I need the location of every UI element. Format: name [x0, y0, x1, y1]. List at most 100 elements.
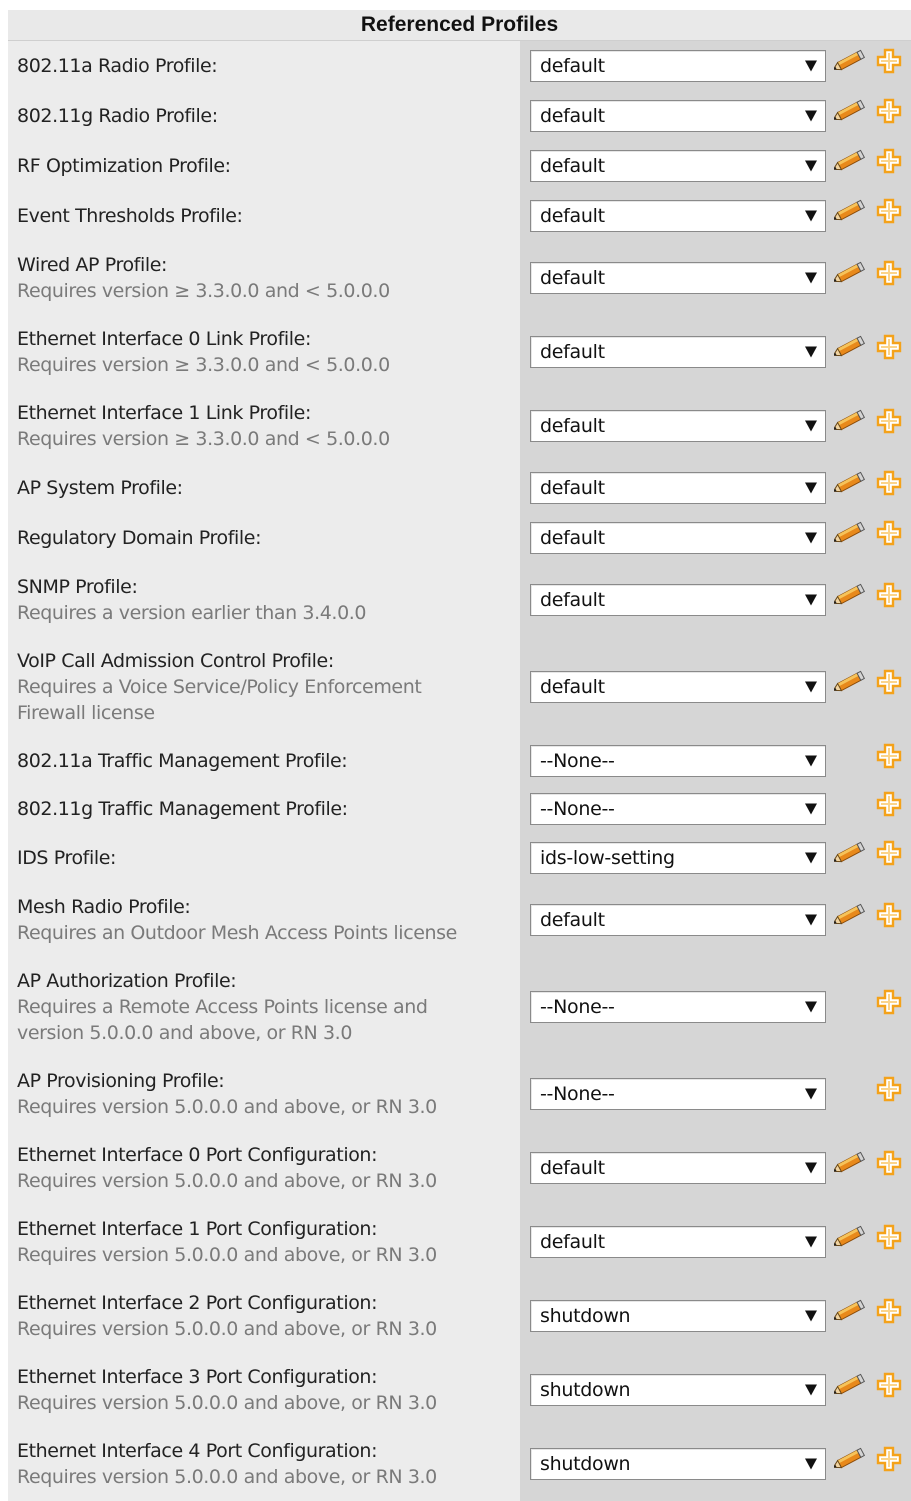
plus-icon[interactable] — [876, 260, 902, 290]
row-actions — [832, 987, 906, 1027]
profile-select[interactable]: default — [530, 100, 826, 132]
profile-select[interactable]: default — [530, 472, 826, 504]
row-actions — [832, 667, 906, 707]
profile-select[interactable]: --None-- — [530, 991, 826, 1023]
dropdown-arrow-icon[interactable] — [805, 1458, 817, 1470]
pencil-icon[interactable] — [832, 198, 868, 226]
plus-icon[interactable] — [876, 989, 902, 1019]
pencil-icon[interactable] — [832, 1150, 868, 1178]
dropdown-arrow-icon[interactable] — [805, 594, 817, 606]
plus-icon[interactable] — [876, 1446, 902, 1476]
pencil-icon[interactable] — [832, 582, 868, 610]
label-cell: IDS Profile: — [8, 833, 520, 883]
profile-select[interactable]: --None-- — [530, 745, 826, 777]
plus-icon[interactable] — [876, 743, 902, 773]
profile-select[interactable]: default — [530, 671, 826, 703]
pencil-icon[interactable] — [832, 669, 868, 697]
profile-select[interactable]: default — [530, 1226, 826, 1258]
plus-icon[interactable] — [876, 148, 902, 178]
profile-select[interactable]: default — [530, 150, 826, 182]
dropdown-arrow-icon[interactable] — [805, 803, 817, 815]
pencil-icon[interactable] — [832, 408, 868, 436]
profile-select[interactable]: default — [530, 584, 826, 616]
pencil-icon[interactable] — [832, 1446, 868, 1474]
pencil-icon[interactable] — [832, 148, 868, 176]
plus-icon[interactable] — [876, 334, 902, 364]
control-cell: default — [520, 389, 911, 463]
dropdown-arrow-icon[interactable] — [805, 110, 817, 122]
profile-select[interactable]: default — [530, 262, 826, 294]
plus-icon[interactable] — [876, 840, 902, 870]
plus-icon[interactable] — [876, 582, 902, 612]
pencil-icon[interactable] — [832, 902, 868, 930]
profile-select[interactable]: shutdown — [530, 1374, 826, 1406]
plus-icon[interactable] — [876, 791, 902, 821]
dropdown-arrow-icon[interactable] — [805, 1236, 817, 1248]
profile-select[interactable]: shutdown — [530, 1300, 826, 1332]
profile-row: Ethernet Interface 0 Link Profile: Requi… — [8, 315, 911, 389]
profile-select[interactable]: ids-low-setting — [530, 842, 826, 874]
plus-icon[interactable] — [876, 198, 902, 228]
dropdown-arrow-icon[interactable] — [805, 914, 817, 926]
profile-select[interactable]: --None-- — [530, 793, 826, 825]
row-actions — [832, 1222, 906, 1262]
pencil-icon[interactable] — [832, 520, 868, 548]
dropdown-arrow-icon[interactable] — [805, 482, 817, 494]
dropdown-arrow-icon[interactable] — [805, 346, 817, 358]
profile-select[interactable]: default — [530, 200, 826, 232]
plus-icon[interactable] — [876, 408, 902, 438]
plus-icon[interactable] — [876, 669, 902, 699]
label-cell: AP System Profile: — [8, 463, 520, 513]
control-cell: --None-- — [520, 957, 911, 1057]
profile-select[interactable]: --None-- — [530, 1078, 826, 1110]
plus-icon[interactable] — [876, 1076, 902, 1106]
profile-select[interactable]: default — [530, 1152, 826, 1184]
profile-select-value: default — [540, 676, 605, 698]
control-cell: --None-- — [520, 785, 911, 833]
pencil-icon[interactable] — [832, 470, 868, 498]
plus-icon[interactable] — [876, 470, 902, 500]
plus-icon[interactable] — [876, 1372, 902, 1402]
dropdown-arrow-icon[interactable] — [805, 681, 817, 693]
plus-icon[interactable] — [876, 520, 902, 550]
dropdown-arrow-icon[interactable] — [805, 60, 817, 72]
dropdown-arrow-icon[interactable] — [805, 420, 817, 432]
pencil-icon[interactable] — [832, 98, 868, 126]
dropdown-arrow-icon[interactable] — [805, 210, 817, 222]
pencil-icon[interactable] — [832, 260, 868, 288]
profile-select[interactable]: default — [530, 336, 826, 368]
plus-icon[interactable] — [876, 1150, 902, 1180]
dropdown-arrow-icon[interactable] — [805, 755, 817, 767]
control-cell: ids-low-setting — [520, 833, 911, 883]
pencil-icon[interactable] — [832, 48, 868, 76]
profile-select[interactable]: default — [530, 50, 826, 82]
dropdown-arrow-icon[interactable] — [805, 1088, 817, 1100]
dropdown-arrow-icon[interactable] — [805, 852, 817, 864]
pencil-icon[interactable] — [832, 1298, 868, 1326]
profile-label: 802.11a Traffic Management Profile: — [17, 750, 348, 772]
control-cell: default — [520, 1205, 911, 1279]
pencil-icon[interactable] — [832, 1224, 868, 1252]
plus-icon[interactable] — [876, 902, 902, 932]
profile-select[interactable]: default — [530, 904, 826, 936]
plus-icon[interactable] — [876, 1224, 902, 1254]
dropdown-arrow-icon[interactable] — [805, 272, 817, 284]
pencil-icon[interactable] — [832, 840, 868, 868]
plus-icon[interactable] — [876, 48, 902, 78]
pencil-icon[interactable] — [832, 334, 868, 362]
profile-select[interactable]: shutdown — [530, 1448, 826, 1480]
dropdown-arrow-icon[interactable] — [805, 1310, 817, 1322]
dropdown-arrow-icon[interactable] — [805, 1384, 817, 1396]
plus-icon[interactable] — [876, 98, 902, 128]
profile-select[interactable]: default — [530, 410, 826, 442]
pencil-icon[interactable] — [832, 1372, 868, 1400]
profile-label: Ethernet Interface 4 Port Configuration: — [17, 1440, 378, 1462]
dropdown-arrow-icon[interactable] — [805, 1162, 817, 1174]
profile-label: RF Optimization Profile: — [17, 155, 231, 177]
dropdown-arrow-icon[interactable] — [805, 160, 817, 172]
label-cell: Ethernet Interface 1 Link Profile: Requi… — [8, 389, 520, 463]
dropdown-arrow-icon[interactable] — [805, 1001, 817, 1013]
profile-select[interactable]: default — [530, 522, 826, 554]
plus-icon[interactable] — [876, 1298, 902, 1328]
dropdown-arrow-icon[interactable] — [805, 532, 817, 544]
